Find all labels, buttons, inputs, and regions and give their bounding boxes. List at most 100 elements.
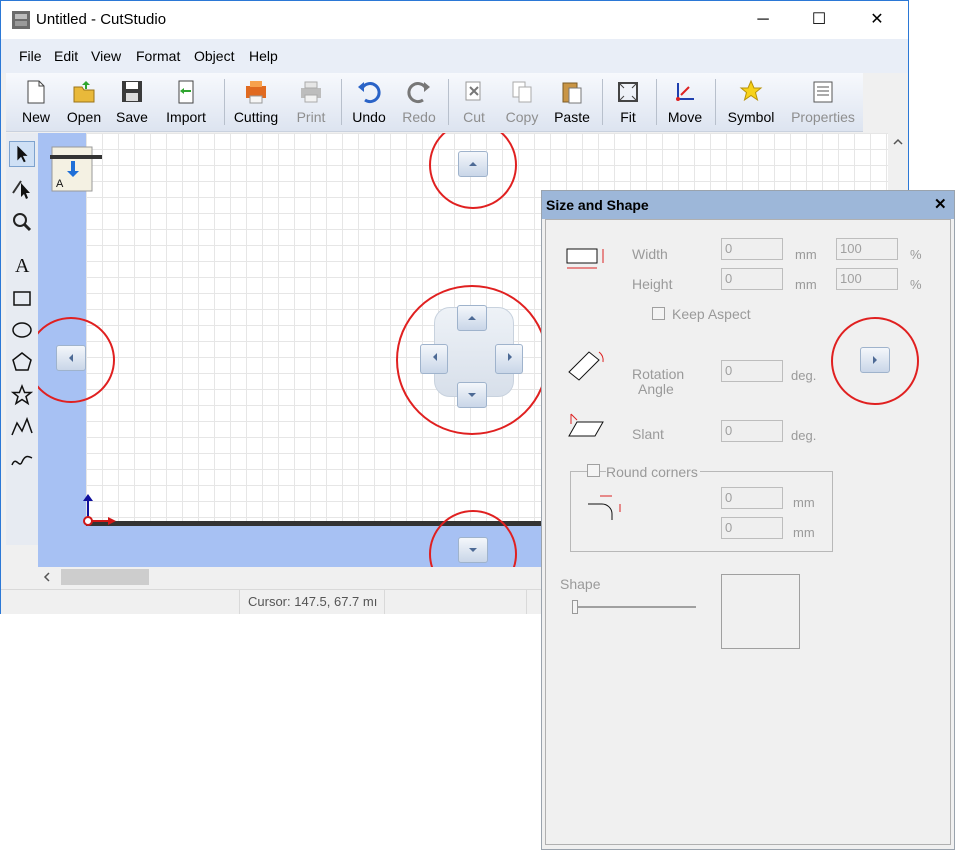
dialog-close-icon[interactable]: ✕ [934, 195, 947, 213]
copy-label: Copy [505, 109, 539, 125]
close-window-button[interactable]: ✕ [854, 1, 900, 39]
round-corners-checkbox[interactable] [587, 464, 600, 477]
menu-view[interactable]: View [91, 48, 121, 64]
angle-label: Angle [638, 381, 674, 397]
select-arrow-icon[interactable] [9, 141, 35, 167]
media-load-icon: A [50, 146, 102, 192]
save-label: Save [116, 109, 148, 125]
title-bar: Untitled - CutStudio ─ ☐ ✕ [1, 1, 908, 39]
star-tool-icon[interactable] [9, 383, 35, 409]
round-corner-unit-2: mm [793, 525, 815, 540]
import-icon [178, 80, 194, 104]
paste-button[interactable]: Paste [550, 73, 594, 129]
menu-format[interactable]: Format [136, 48, 180, 64]
rotation-angle-field[interactable]: 0 [721, 360, 783, 382]
toolbar-separator [656, 79, 657, 125]
copy-button[interactable]: Copy [502, 73, 542, 129]
minimize-button[interactable]: ─ [740, 1, 786, 39]
highlight-circle [831, 317, 919, 405]
width-label: Width [632, 246, 668, 262]
import-label: Import [166, 109, 206, 125]
width-percent-field[interactable]: 100 [836, 238, 898, 260]
zoom-magnifier-icon[interactable] [9, 209, 35, 235]
save-button[interactable]: Save [112, 73, 152, 129]
chevron-up-icon[interactable] [893, 138, 903, 146]
dialog-title-bar[interactable]: Size and Shape ✕ [542, 191, 954, 219]
move-button[interactable]: Move [663, 73, 707, 129]
toolbar-separator [224, 79, 225, 125]
height-field[interactable]: 0 [721, 268, 783, 290]
menu-help[interactable]: Help [249, 48, 278, 64]
shape-label: Shape [560, 576, 601, 592]
scissors-cut-icon [465, 81, 481, 101]
shape-slider-thumb[interactable] [572, 600, 578, 614]
round-corner-field-1[interactable]: 0 [721, 487, 783, 509]
redo-label: Redo [402, 109, 436, 125]
move-axes-icon [676, 83, 694, 101]
menu-object[interactable]: Object [194, 48, 234, 64]
symbol-button[interactable]: Symbol [726, 73, 776, 129]
properties-button[interactable]: Properties [788, 73, 858, 129]
fit-button[interactable]: Fit [610, 73, 646, 129]
rectangle-tool-icon[interactable] [9, 285, 35, 311]
height-percent-field[interactable]: 100 [836, 268, 898, 290]
round-corners-label: Round corners [606, 464, 700, 480]
paste-label: Paste [554, 109, 590, 125]
svg-text:A: A [15, 255, 30, 277]
chevron-left-icon[interactable] [43, 572, 51, 582]
new-label: New [21, 109, 50, 125]
svg-text:A: A [56, 178, 64, 190]
height-percent-unit: % [910, 277, 922, 292]
polygon-tool-icon[interactable] [9, 349, 35, 375]
print-button[interactable]: Print [291, 73, 331, 129]
cursor-readout: Cursor: 147.5, 67.7 mı [248, 594, 378, 609]
round-corner-field-2[interactable]: 0 [721, 517, 783, 539]
width-percent-unit: % [910, 247, 922, 262]
menu-edit[interactable]: Edit [54, 48, 78, 64]
tool-palette: A [6, 133, 38, 545]
menu-file[interactable]: File [19, 48, 42, 64]
cutstudio-app-icon [12, 11, 30, 29]
cutting-machine-icon [246, 81, 266, 104]
width-unit: mm [795, 247, 817, 262]
open-label: Open [66, 109, 102, 125]
import-button[interactable]: Import [161, 73, 211, 129]
star-symbol-icon [739, 79, 763, 102]
toolbar-separator [341, 79, 342, 125]
cut-button[interactable]: Cut [456, 73, 492, 129]
toolbar-separator [602, 79, 603, 125]
cursor-panel: Cursor: 147.5, 67.7 mı [239, 590, 385, 614]
open-folder-icon [73, 81, 95, 103]
menu-bar: File Edit View Format Object Help [1, 39, 908, 73]
new-button[interactable]: New [16, 73, 56, 129]
save-disk-icon [122, 81, 142, 102]
cutting-button[interactable]: Cutting [230, 73, 282, 129]
status-divider [526, 590, 527, 614]
node-edit-icon[interactable] [9, 175, 35, 201]
horizontal-scroll-thumb[interactable] [61, 569, 149, 585]
width-field[interactable]: 0 [721, 238, 783, 260]
curve-tool-icon[interactable] [9, 447, 35, 473]
rotation-angle-icon [568, 351, 604, 381]
undo-button[interactable]: Undo [349, 73, 389, 129]
printer-icon [301, 81, 321, 103]
open-button[interactable]: Open [62, 73, 106, 129]
slant-field[interactable]: 0 [721, 420, 783, 442]
slant-unit: deg. [791, 428, 817, 443]
text-tool-icon[interactable]: A [9, 251, 35, 277]
fit-label: Fit [620, 109, 636, 125]
symbol-label: Symbol [727, 109, 775, 125]
keep-aspect-checkbox[interactable] [652, 307, 665, 320]
redo-arrow-icon [407, 82, 430, 104]
window-title: Untitled - CutStudio [36, 11, 167, 28]
round-corner-icon [588, 495, 621, 520]
highlight-circle [429, 133, 517, 209]
ellipse-tool-icon[interactable] [9, 317, 35, 343]
shape-slider-track[interactable] [574, 606, 696, 608]
toolbar: New Open Save Import Cutting Print Undo [6, 73, 863, 132]
undo-arrow-icon [358, 82, 381, 104]
redo-button[interactable]: Redo [399, 73, 439, 129]
dialog-body: Width 0 mm 100 % Height 0 mm 100 % Keep … [545, 219, 951, 845]
polyline-tool-icon[interactable] [9, 415, 35, 441]
maximize-button[interactable]: ☐ [796, 1, 842, 39]
